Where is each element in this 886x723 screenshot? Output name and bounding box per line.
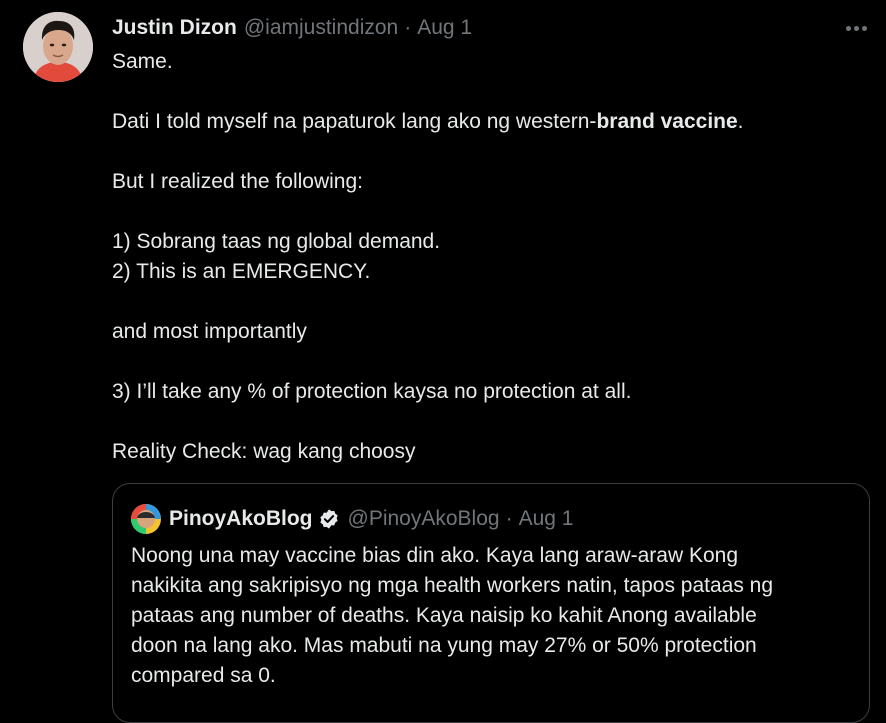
quoted-author-handle[interactable]: @PinoyAkoBlog [348,507,500,531]
tweet-text: Same. Dati I told myself na papaturok la… [112,47,872,467]
tweet-line: 2) This is an EMERGENCY. [112,260,371,283]
tweet-line: But I realized the following: [112,170,363,193]
quoted-tweet[interactable]: PinoyAkoBlog @PinoyAkoBlog · Aug 1 Noong… [112,483,870,723]
tweet-line: Same. [112,50,173,73]
tweet-line: and most importantly [112,320,307,343]
quoted-line: doon na lang ako. Mas mabuti na yung may… [131,634,757,657]
tweet-line-text: . [737,110,744,133]
verified-badge-icon [318,508,340,530]
quoted-author-name[interactable]: PinoyAkoBlog [169,507,313,531]
quoted-line: Noong una may vaccine bias din ako. Kaya… [131,544,739,567]
tweet-line: Reality Check: wag kang choosy [112,440,416,463]
tweet-line: Dati I told myself na papaturok lang ako… [112,107,872,137]
tweet-header: Justin Dizon @iamjustindizon · Aug 1 [112,14,472,42]
quoted-line: pataas ang number of deaths. Kaya naisip… [131,604,757,627]
tweet-timestamp[interactable]: Aug 1 [417,16,472,40]
tweet-line: 1) Sobrang taas ng global demand. [112,230,441,253]
quoted-header-separator: · [505,507,513,530]
quoted-line: nakikita ang sakripisyo ng mga health wo… [131,574,774,597]
author-handle[interactable]: @iamjustindizon [244,16,398,40]
quoted-line: compared sa 0. [131,664,276,687]
tweet[interactable]: Justin Dizon @iamjustindizon · Aug 1 Sam… [0,0,886,723]
quoted-author-avatar[interactable] [131,504,161,534]
quoted-tweet-header: PinoyAkoBlog @PinoyAkoBlog · Aug 1 [131,504,573,534]
quoted-timestamp[interactable]: Aug 1 [519,507,574,531]
author-avatar[interactable] [23,12,93,82]
tweet-line: 3) I’ll take any % of protection kaysa n… [112,380,632,403]
more-dots-icon[interactable] [840,16,872,40]
tweet-line-bold: brand vaccine [596,110,738,133]
tweet-line-text: Dati I told myself na papaturok lang ako… [112,110,597,133]
header-separator: · [404,16,412,39]
author-name[interactable]: Justin Dizon [112,16,237,40]
quoted-tweet-text: Noong una may vaccine bias din ako. Kaya… [131,541,851,691]
